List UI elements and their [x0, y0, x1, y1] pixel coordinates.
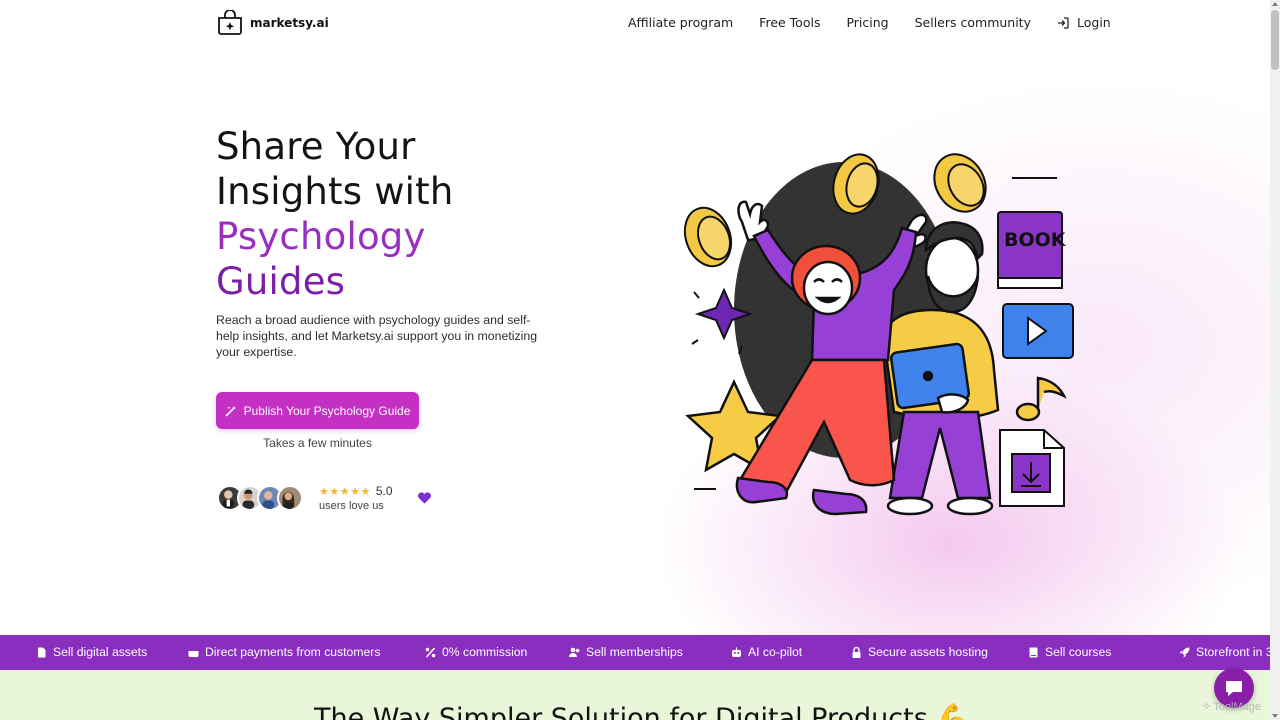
next-section: The Way Simpler Solution for Digital Pro…: [0, 670, 1270, 720]
heart-icon: [418, 492, 431, 504]
features-strip: Sell digital assets Direct payments from…: [0, 635, 1270, 670]
rating-caption: users love us: [319, 500, 384, 512]
shopping-bag-icon: [218, 10, 242, 35]
hero-background: [0, 45, 1270, 635]
hero-illustration: BOOK: [683, 153, 1074, 516]
login-label: Login: [1077, 15, 1111, 30]
feature-item: Sell courses: [1028, 645, 1111, 659]
nav-pricing[interactable]: Pricing: [846, 15, 888, 30]
feature-label: Sell courses: [1045, 645, 1112, 659]
percent-icon: [425, 647, 436, 657]
nav-affiliate-program[interactable]: Affiliate program: [628, 15, 733, 30]
feature-label: Sell memberships: [586, 645, 683, 659]
watermark: ⟡ ToolMage: [1203, 700, 1261, 713]
watermark-text: ToolMage: [1213, 700, 1261, 713]
hero-title-accent1: Psychology: [216, 215, 426, 258]
nav-sellers-community[interactable]: Sellers community: [915, 15, 1031, 30]
hero-title-line2: Insights with: [216, 170, 454, 213]
feature-item: Direct payments from customers: [188, 645, 380, 659]
avatar: [277, 485, 303, 511]
feature-label: Secure assets hosting: [868, 645, 988, 659]
illustration-book-label: BOOK: [1004, 229, 1067, 251]
publish-guide-label: Publish Your Psychology Guide: [243, 403, 411, 418]
rocket-icon: [1179, 647, 1190, 657]
scroll-thumb[interactable]: [1271, 10, 1279, 70]
star-rating-icons: ★★★★★: [319, 484, 371, 498]
robot-icon: [732, 647, 741, 657]
publish-guide-button[interactable]: Publish Your Psychology Guide: [216, 392, 419, 429]
header: marketsy.ai Affiliate program Free Tools…: [0, 0, 1270, 46]
file-icon: [38, 647, 46, 657]
nav-free-tools[interactable]: Free Tools: [759, 15, 820, 30]
user-avatars: [217, 485, 303, 511]
feature-item: 0% commission: [425, 645, 527, 659]
login-icon: [1058, 16, 1069, 29]
magic-wand-icon: [225, 405, 236, 417]
feature-item: Storefront in 3: [1179, 645, 1270, 659]
login-link[interactable]: Login: [1057, 15, 1111, 30]
feature-item: Secure assets hosting: [851, 645, 988, 659]
feature-label: AI co-pilot: [748, 645, 803, 659]
feature-item: Sell digital assets: [36, 645, 147, 659]
hero-title: Share Your Insights with Psychology Guid…: [216, 124, 454, 304]
hero-description: Reach a broad audience with psychology g…: [216, 313, 538, 359]
rating: ★★★★★ 5.0 users love us: [319, 484, 393, 512]
feature-label: Sell digital assets: [53, 645, 148, 659]
scroll-down-arrow-icon[interactable]: [1272, 714, 1278, 718]
page: marketsy.ai Affiliate program Free Tools…: [0, 0, 1280, 720]
wallet-icon: [188, 648, 199, 657]
chat-bubble-icon: [1226, 681, 1242, 696]
logo-text: marketsy.ai: [250, 16, 329, 30]
logo[interactable]: marketsy.ai: [216, 10, 329, 36]
lock-icon: [852, 646, 861, 658]
rating-score: 5.0: [375, 484, 393, 498]
feature-label: 0% commission: [442, 645, 528, 659]
feature-label: Storefront in 3: [1196, 645, 1270, 659]
hero-title-accent2: Guides: [216, 260, 346, 303]
scroll-up-arrow-icon[interactable]: [1272, 2, 1278, 6]
book-icon: [1029, 647, 1038, 657]
main-nav: Affiliate program Free Tools Pricing Sel…: [628, 15, 1137, 30]
scrollbar[interactable]: [1270, 0, 1280, 720]
cta-subtext: Takes a few minutes: [263, 436, 372, 450]
section-title: The Way Simpler Solution for Digital Pro…: [314, 703, 970, 720]
feature-item: AI co-pilot: [731, 645, 802, 659]
feature-label: Direct payments from customers: [205, 645, 381, 659]
feature-item: Sell memberships: [569, 645, 683, 659]
watermark-icon: ⟡: [1203, 700, 1211, 712]
users-icon: [569, 647, 580, 657]
hero-title-line1: Share Your: [216, 125, 416, 168]
